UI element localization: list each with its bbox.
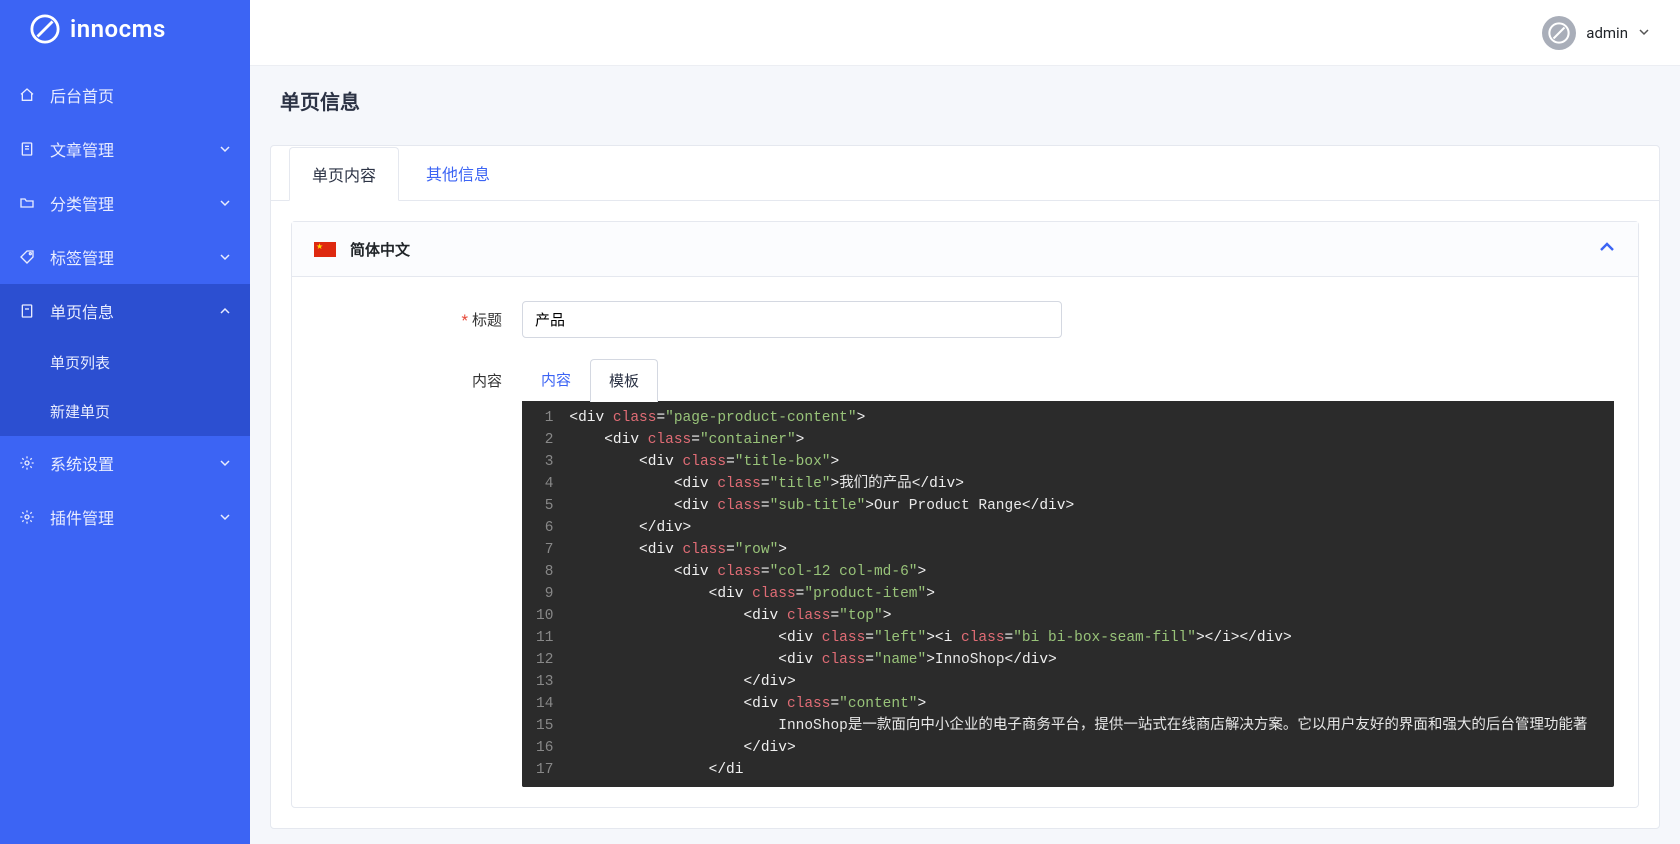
chevron-down-icon xyxy=(218,250,232,264)
sidebar-item-label: 分类管理 xyxy=(50,191,204,215)
sidebar-item-2[interactable]: 分类管理 xyxy=(0,176,250,230)
content-subtabs: 内容模板 xyxy=(522,358,1614,401)
gear-icon xyxy=(18,454,36,472)
avatar[interactable] xyxy=(1542,16,1576,50)
tab-0[interactable]: 单页内容 xyxy=(289,147,399,201)
page-icon xyxy=(18,302,36,320)
content-subtab-1[interactable]: 模板 xyxy=(590,359,658,402)
title-input[interactable] xyxy=(522,301,1062,338)
tag-icon xyxy=(18,248,36,266)
sidebar: innocms 后台首页文章管理分类管理标签管理单页信息单页列表新建单页系统设置… xyxy=(0,0,250,844)
gear-icon xyxy=(18,508,36,526)
title-label: *标题 xyxy=(316,301,522,330)
chevron-up-icon xyxy=(218,304,232,318)
sidebar-subitem-4-0[interactable]: 单页列表 xyxy=(0,338,250,387)
brand[interactable]: innocms xyxy=(0,0,250,58)
chevron-down-icon xyxy=(218,510,232,524)
main-tabs: 单页内容其他信息 xyxy=(271,146,1659,201)
sidebar-item-label: 标签管理 xyxy=(50,245,204,269)
user-name[interactable]: admin xyxy=(1586,24,1628,42)
main: admin 单页信息 单页内容其他信息 简体中文 xyxy=(250,0,1680,844)
chevron-down-icon xyxy=(218,456,232,470)
code-content[interactable]: <div class="page-product-content"> <div … xyxy=(563,401,1614,787)
form-area: *标题 内容 内容模板 1 2 xyxy=(292,277,1638,787)
sidebar-item-5[interactable]: 系统设置 xyxy=(0,436,250,490)
sidebar-item-label: 单页信息 xyxy=(50,299,204,323)
brand-logo-icon xyxy=(30,14,60,44)
content-card: 单页内容其他信息 简体中文 xyxy=(270,145,1660,829)
sidebar-item-label: 插件管理 xyxy=(50,505,204,529)
language-label: 简体中文 xyxy=(350,239,410,260)
chevron-down-icon xyxy=(218,196,232,210)
language-panel-header[interactable]: 简体中文 xyxy=(292,222,1638,277)
flag-icon xyxy=(314,242,336,257)
language-panel: 简体中文 *标题 xyxy=(291,221,1639,808)
sidebar-item-label: 后台首页 xyxy=(50,83,232,107)
code-gutter: 1 2 3 4 5 6 7 8 9 10 11 12 13 14 15 16 1… xyxy=(522,401,563,787)
chevron-up-icon xyxy=(1598,238,1616,260)
topbar: admin xyxy=(250,0,1680,66)
sidebar-item-1[interactable]: 文章管理 xyxy=(0,122,250,176)
sidebar-item-0[interactable]: 后台首页 xyxy=(0,68,250,122)
folder-icon xyxy=(18,194,36,212)
home-icon xyxy=(18,86,36,104)
sidebar-item-label: 系统设置 xyxy=(50,451,204,475)
sidebar-item-6[interactable]: 插件管理 xyxy=(0,490,250,544)
chevron-down-icon[interactable] xyxy=(1638,24,1650,42)
sidebar-item-4[interactable]: 单页信息 xyxy=(0,284,250,338)
chevron-down-icon xyxy=(218,142,232,156)
form-row-title: *标题 xyxy=(316,301,1614,338)
page-title: 单页信息 xyxy=(250,66,1680,125)
nav: 后台首页文章管理分类管理标签管理单页信息单页列表新建单页系统设置插件管理 xyxy=(0,58,250,544)
required-asterisk: * xyxy=(462,311,468,329)
tab-1[interactable]: 其他信息 xyxy=(403,146,513,200)
document-icon xyxy=(18,140,36,158)
sidebar-item-3[interactable]: 标签管理 xyxy=(0,230,250,284)
sidebar-item-label: 文章管理 xyxy=(50,137,204,161)
content-subtab-0[interactable]: 内容 xyxy=(522,358,590,401)
form-row-content: 内容 内容模板 1 2 3 4 5 6 7 8 9 10 11 12 13 14… xyxy=(316,358,1614,787)
content-label: 内容 xyxy=(316,358,522,391)
sidebar-subitem-4-1[interactable]: 新建单页 xyxy=(0,387,250,436)
code-editor[interactable]: 1 2 3 4 5 6 7 8 9 10 11 12 13 14 15 16 1… xyxy=(522,401,1614,787)
brand-name: innocms xyxy=(70,15,166,43)
